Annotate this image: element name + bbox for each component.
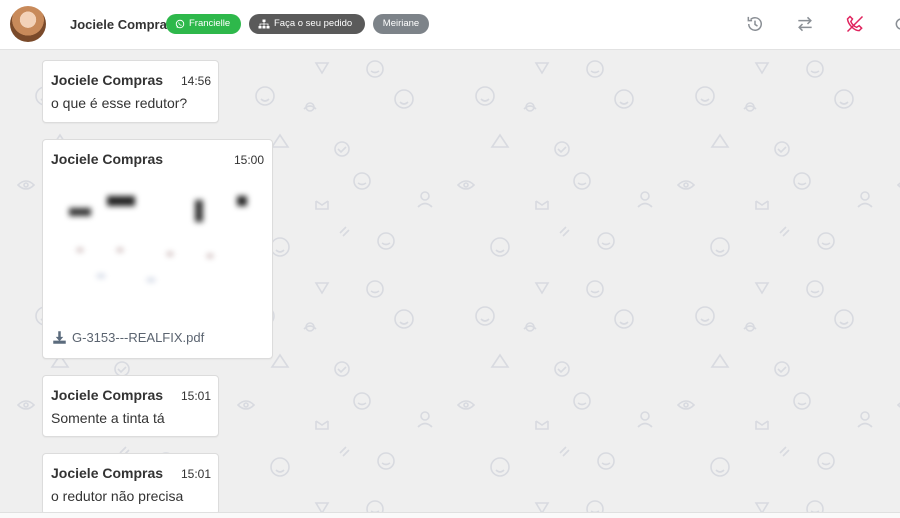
contact-name[interactable]: Jociele Compras — [70, 17, 174, 32]
transfer-icon[interactable] — [795, 14, 815, 34]
message-bubble[interactable]: Jociele Compras 14:56 o que é esse redut… — [42, 60, 219, 123]
agent-tag-label: Meiriane — [382, 18, 420, 29]
message-time: 15:01 — [181, 467, 212, 481]
whatsapp-icon — [175, 19, 185, 29]
message-text: o redutor não precisa — [51, 488, 184, 504]
attachment-bubble[interactable]: Jociele Compras 15:00 G-3153---REALFIX.p… — [42, 139, 273, 359]
message-bubble[interactable]: Jociele Compras 15:01 o redutor não prec… — [42, 453, 219, 515]
sitemap-icon — [258, 19, 270, 29]
message-time: 15:00 — [234, 153, 265, 167]
attachment-file-link[interactable]: G-3153---REALFIX.pdf — [52, 330, 204, 345]
channel-tag-label: Francielle — [189, 18, 231, 29]
composer-edge — [0, 512, 900, 518]
download-icon — [53, 331, 66, 344]
history-icon[interactable] — [745, 14, 765, 34]
pdf-preview-thumbnail[interactable] — [57, 178, 267, 318]
message-sender: Jociele Compras — [51, 72, 164, 88]
contact-avatar[interactable] — [10, 6, 46, 42]
flow-tag-label: Faça o seu pedido — [274, 18, 353, 29]
end-call-icon[interactable] — [845, 14, 865, 34]
message-sender: Jociele Compras — [51, 465, 164, 481]
message-time: 14:56 — [181, 74, 212, 88]
attachment-filename: G-3153---REALFIX.pdf — [72, 330, 205, 345]
channel-tag[interactable]: Francielle — [166, 14, 241, 34]
message-text: Somente a tinta tá — [51, 410, 165, 426]
message-area[interactable]: Jociele Compras 14:56 o que é esse redut… — [0, 51, 900, 517]
message-text: o que é esse redutor? — [51, 95, 188, 111]
message-bubble[interactable]: Jociele Compras 15:01 Somente a tinta tá — [42, 375, 219, 437]
message-time: 15:01 — [181, 389, 212, 403]
flow-tag[interactable]: Faça o seu pedido — [249, 14, 365, 34]
message-sender: Jociele Compras — [51, 151, 164, 167]
more-icon[interactable] — [893, 14, 900, 34]
chat-header: Jociele Compras Francielle Faça o seu pe… — [0, 0, 900, 50]
agent-tag[interactable]: Meiriane — [373, 14, 429, 34]
message-sender: Jociele Compras — [51, 387, 164, 403]
